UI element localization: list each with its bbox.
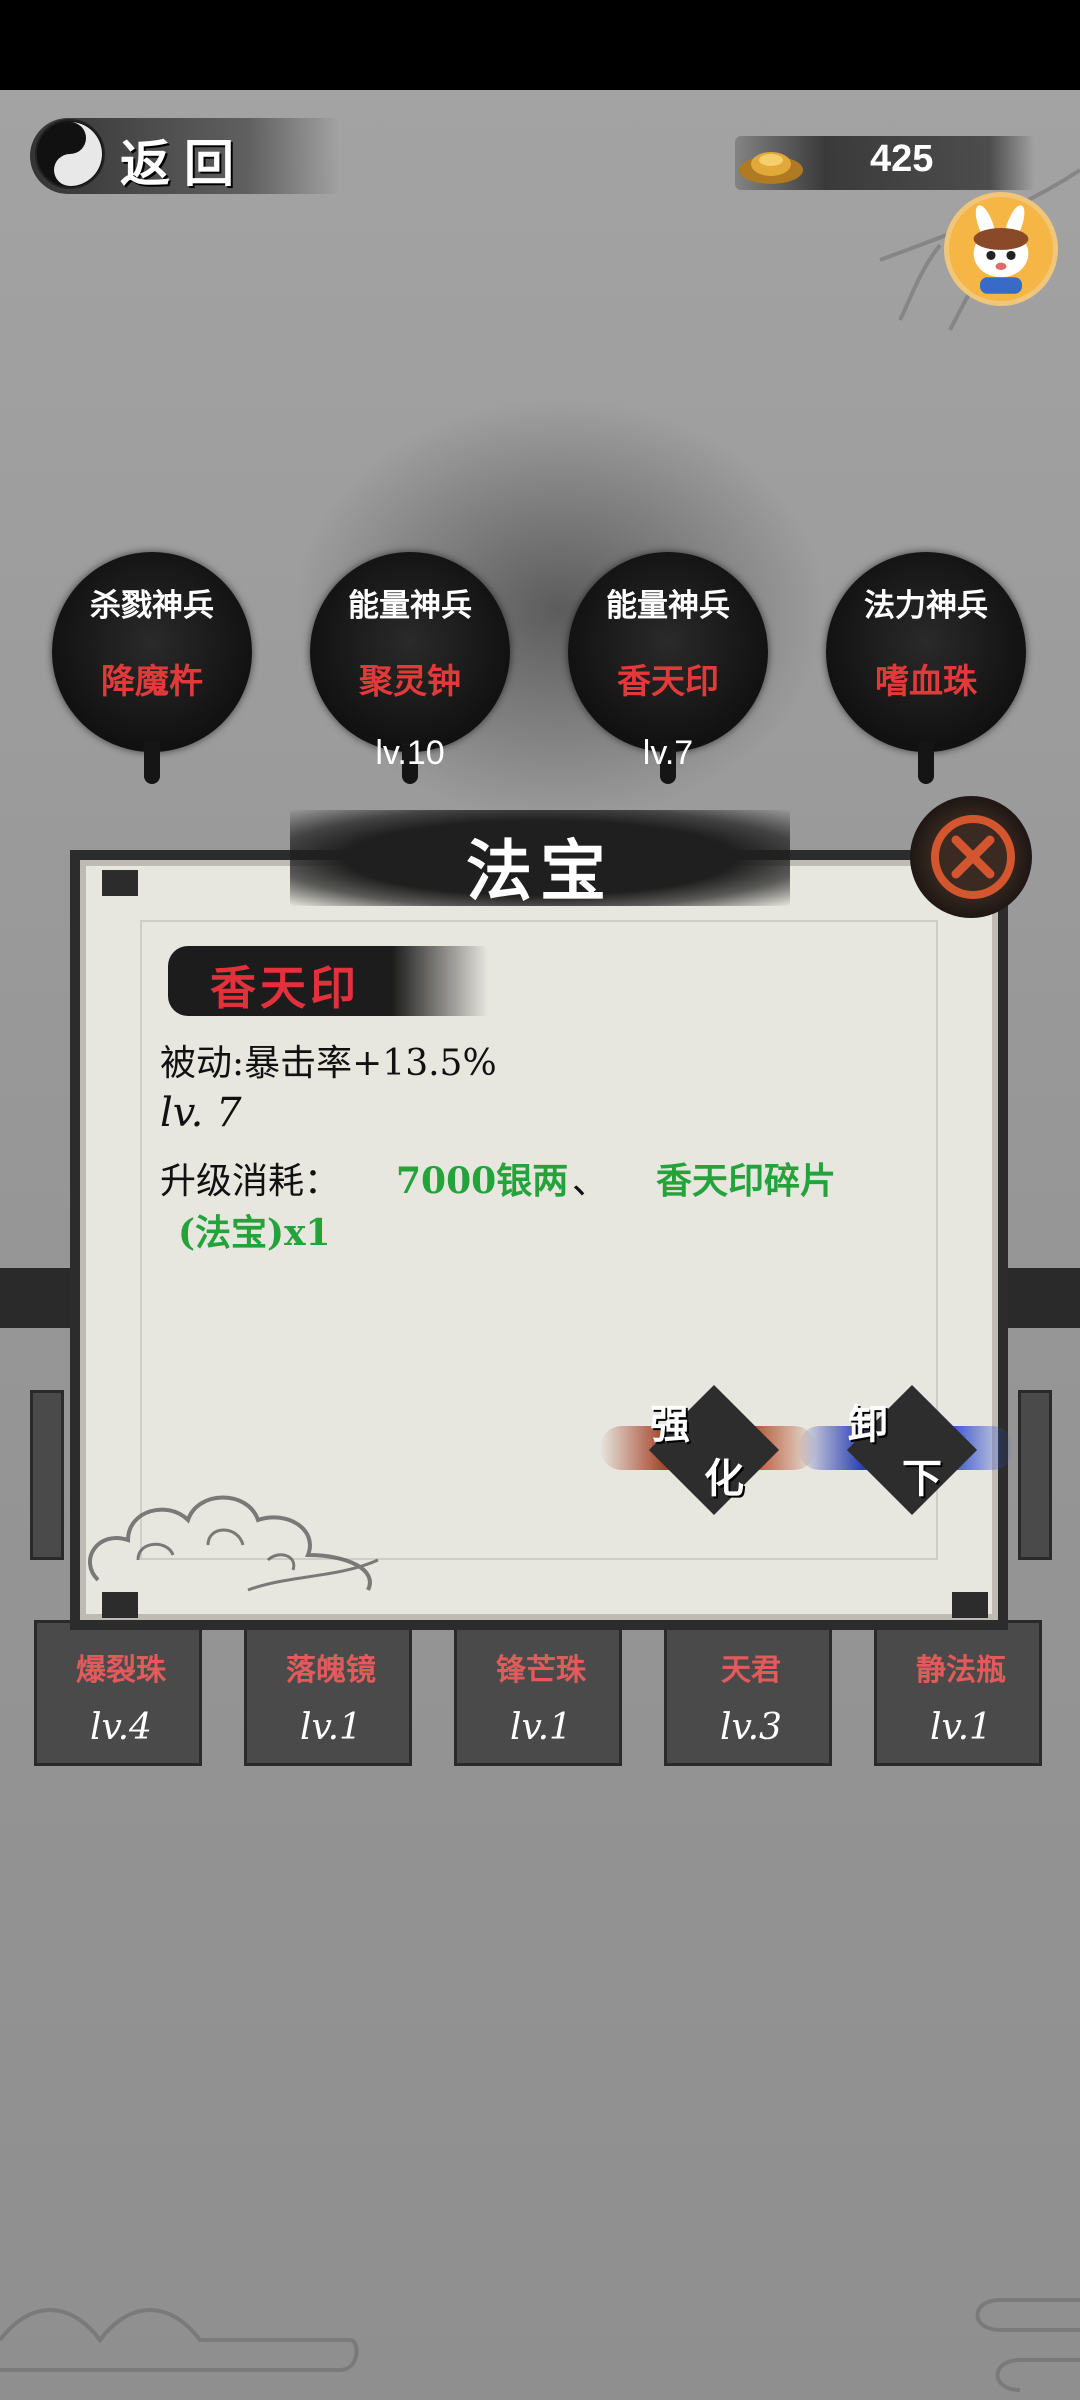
item-name: 香天印 <box>210 961 360 1015</box>
inventory-item-level: lv.1 <box>300 1707 362 1748</box>
equipped-slot-2[interactable]: 能量神兵 聚灵钟 lv.10 <box>310 552 510 792</box>
inventory-card[interactable]: 静法瓶 lv.1 <box>874 1620 1042 1766</box>
upgrade-cost-silver: 7000银两 <box>396 1160 569 1202</box>
slot-level: lv.10 <box>375 734 445 772</box>
inventory-item-name: 爆裂珠 <box>76 1653 166 1688</box>
side-tab-left[interactable] <box>30 1390 64 1560</box>
inventory-item-name: 天君 <box>721 1653 781 1688</box>
slot-type: 法力神兵 <box>864 588 988 624</box>
inventory-item-name: 静法瓶 <box>916 1653 1006 1688</box>
modal-corner <box>952 1592 988 1618</box>
equipped-slot-3[interactable]: 能量神兵 香天印 lv.7 <box>568 552 768 792</box>
slot-type: 能量神兵 <box>348 588 472 624</box>
upgrade-cost-item: 香天印碎片 <box>656 1160 837 1202</box>
inventory-card[interactable]: 落魄镜 lv.1 <box>244 1620 412 1766</box>
inventory-item-name: 落魄镜 <box>286 1653 376 1688</box>
status-bar <box>0 0 1080 90</box>
slot-item-name: 嗜血珠 <box>875 662 977 702</box>
wave-ornament-icon <box>0 2308 359 2372</box>
close-icon[interactable] <box>910 796 1032 918</box>
upgrade-cost-item-qty: (法宝)x1 <box>178 1212 331 1254</box>
inventory-card[interactable]: 锋芒珠 lv.1 <box>454 1620 622 1766</box>
gold-ingot-icon <box>739 152 803 184</box>
slot-drip <box>918 742 934 784</box>
cloud-ornament-icon <box>87 1495 379 1592</box>
slot-drip <box>144 742 160 784</box>
slot-item-name: 聚灵钟 <box>359 662 461 702</box>
equipped-slot-1[interactable]: 杀戮神兵 降魔杵 <box>52 552 252 792</box>
strengthen-label-1: 强 <box>650 1401 690 1448</box>
modal-title: 法宝 <box>466 832 614 910</box>
inventory-item-level: lv.3 <box>720 1707 782 1748</box>
yin-yang-icon[interactable] <box>34 118 106 190</box>
inventory-item-name: 锋芒珠 <box>496 1653 586 1688</box>
slot-item-name: 香天印 <box>617 662 719 702</box>
item-level: lv. 7 <box>160 1090 242 1136</box>
unequip-button[interactable]: 卸 下 <box>798 1378 1014 1528</box>
equipped-slot-4[interactable]: 法力神兵 嗜血珠 <box>826 552 1026 792</box>
inventory-item-level: lv.4 <box>90 1707 152 1748</box>
unequip-label-1: 卸 <box>848 1401 888 1448</box>
back-label[interactable]: 返回 <box>120 124 248 196</box>
inventory-item-level: lv.1 <box>930 1707 992 1748</box>
passive-effect: 被动:暴击率+13.5% <box>160 1043 497 1084</box>
strengthen-label-2: 化 <box>704 1455 744 1502</box>
slot-item-name: 降魔杵 <box>101 662 203 702</box>
side-tab-right[interactable] <box>1018 1390 1052 1560</box>
slot-level: lv.7 <box>642 734 694 772</box>
inventory-card[interactable]: 爆裂珠 lv.4 <box>34 1620 202 1766</box>
upgrade-cost-label: 升级消耗： <box>160 1161 341 1202</box>
currency-value: 425 <box>870 138 934 180</box>
slot-type: 杀戮神兵 <box>90 588 214 624</box>
modal-corner <box>102 870 138 896</box>
upgrade-cost-separator: 、 <box>572 1161 609 1202</box>
strengthen-button[interactable]: 强 化 <box>600 1378 816 1528</box>
wave-ornament-icon <box>975 2298 1080 2392</box>
unequip-label-2: 下 <box>902 1455 942 1502</box>
slot-type: 能量神兵 <box>606 588 730 624</box>
inventory-card[interactable]: 天君 lv.3 <box>664 1620 832 1766</box>
inventory-item-level: lv.1 <box>510 1707 572 1748</box>
close-button[interactable] <box>910 796 1032 918</box>
avatar-rabbit-icon[interactable] <box>944 192 1058 306</box>
